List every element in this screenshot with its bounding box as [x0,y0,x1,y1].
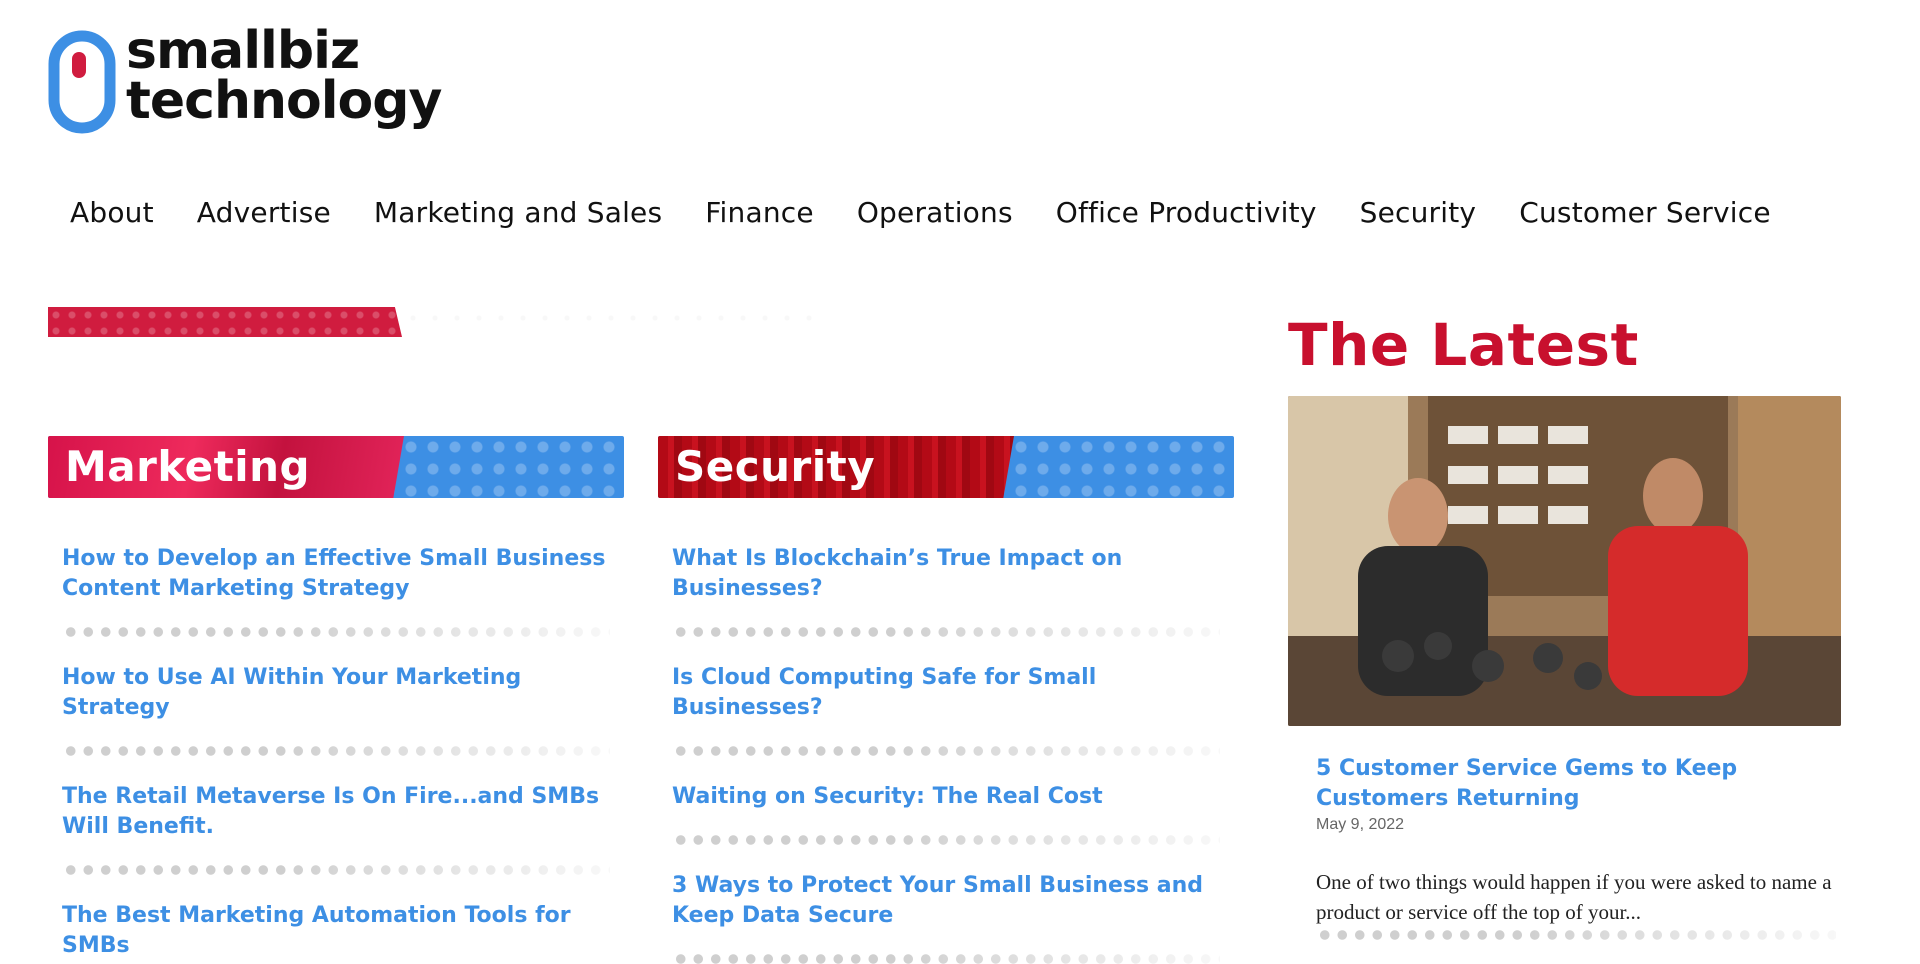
list-item: How to Use AI Within Your Marketing Stra… [48,663,624,723]
article-link[interactable]: The Best Marketing Automation Tools for … [62,901,610,961]
marketing-section: Marketing How to Develop an Effective Sm… [48,436,624,961]
nav-item-marketing-and-sales[interactable]: Marketing and Sales [374,196,662,229]
mouse-logo-icon [48,30,116,134]
nav-item-advertise[interactable]: Advertise [197,196,331,229]
dotted-divider [672,954,1220,964]
list-item: Is Cloud Computing Safe for Small Busine… [658,663,1234,723]
latest-article-date: May 9, 2022 [1316,816,1405,833]
latest-section: The Latest 5 Customer Service Gems to Ke… [1288,310,1844,940]
latest-article-photo[interactable] [1288,396,1841,726]
main-nav: About Advertise Marketing and Sales Fina… [70,196,1771,229]
nav-item-finance[interactable]: Finance [705,196,814,229]
list-item: Waiting on Security: The Real Cost [658,782,1234,812]
latest-article-link[interactable]: 5 Customer Service Gems to Keep Customer… [1316,754,1786,814]
article-link[interactable]: 3 Ways to Protect Your Small Business an… [672,871,1220,931]
marketing-heading: Marketing [65,442,311,491]
article-link[interactable]: How to Develop an Effective Small Busine… [62,544,610,604]
article-link[interactable]: What Is Blockchain’s True Impact on Busi… [672,544,1220,604]
site-logo[interactable]: smallbiz technology [48,21,488,138]
list-item: What Is Blockchain’s True Impact on Busi… [658,544,1234,604]
article-link[interactable]: Is Cloud Computing Safe for Small Busine… [672,663,1220,723]
logo-line-1: smallbiz [126,21,360,81]
marketing-article-list: How to Develop an Effective Small Busine… [48,544,624,961]
list-item: The Best Marketing Automation Tools for … [48,901,624,961]
dotted-divider [62,627,610,637]
nav-item-security[interactable]: Security [1360,196,1477,229]
nav-item-customer-service[interactable]: Customer Service [1519,196,1771,229]
nav-item-operations[interactable]: Operations [857,196,1013,229]
dotted-divider [1316,930,1836,940]
decorative-dot-fade [402,307,822,337]
logo-line-2: technology [126,71,442,131]
list-item: 3 Ways to Protect Your Small Business an… [658,871,1234,931]
security-heading: Security [675,442,876,491]
decorative-banner-strip [48,307,402,337]
store-photo-illustration [1288,396,1841,726]
dotted-divider [672,746,1220,756]
latest-article-excerpt: One of two things would happen if you we… [1316,870,1832,924]
security-section: Security What Is Blockchain’s True Impac… [658,436,1234,964]
article-link[interactable]: How to Use AI Within Your Marketing Stra… [62,663,610,723]
article-link[interactable]: Waiting on Security: The Real Cost [672,782,1220,812]
marketing-banner[interactable]: Marketing [48,436,624,498]
dotted-divider [62,746,610,756]
dotted-divider [672,627,1220,637]
list-item: The Retail Metaverse Is On Fire...and SM… [48,782,624,842]
nav-item-office-productivity[interactable]: Office Productivity [1056,196,1317,229]
latest-heading: The Latest [1288,311,1639,379]
article-link[interactable]: The Retail Metaverse Is On Fire...and SM… [62,782,610,842]
security-banner[interactable]: Security [658,436,1234,498]
dotted-divider [62,865,610,875]
security-article-list: What Is Blockchain’s True Impact on Busi… [658,544,1234,964]
dotted-divider [672,835,1220,845]
list-item: How to Develop an Effective Small Busine… [48,544,624,604]
nav-item-about[interactable]: About [70,196,154,229]
logo-wordmark: smallbiz technology [126,21,442,131]
